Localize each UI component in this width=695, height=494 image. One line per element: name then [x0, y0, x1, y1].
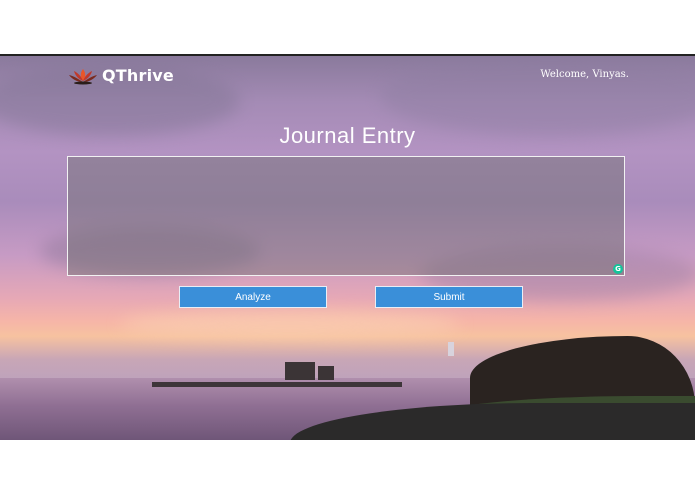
analyze-button[interactable]: Analyze: [179, 286, 327, 308]
page-title: Journal Entry: [279, 123, 416, 148]
grammarly-icon[interactable]: G: [613, 264, 623, 274]
lotus-icon: [69, 68, 97, 84]
brand-logo[interactable]: QThrive: [68, 66, 174, 85]
submit-button[interactable]: Submit: [375, 286, 523, 308]
welcome-message: Welcome, Vinyas.: [540, 69, 629, 80]
journal-entry-textarea[interactable]: [67, 156, 625, 276]
brand-name: QThrive: [102, 66, 174, 85]
